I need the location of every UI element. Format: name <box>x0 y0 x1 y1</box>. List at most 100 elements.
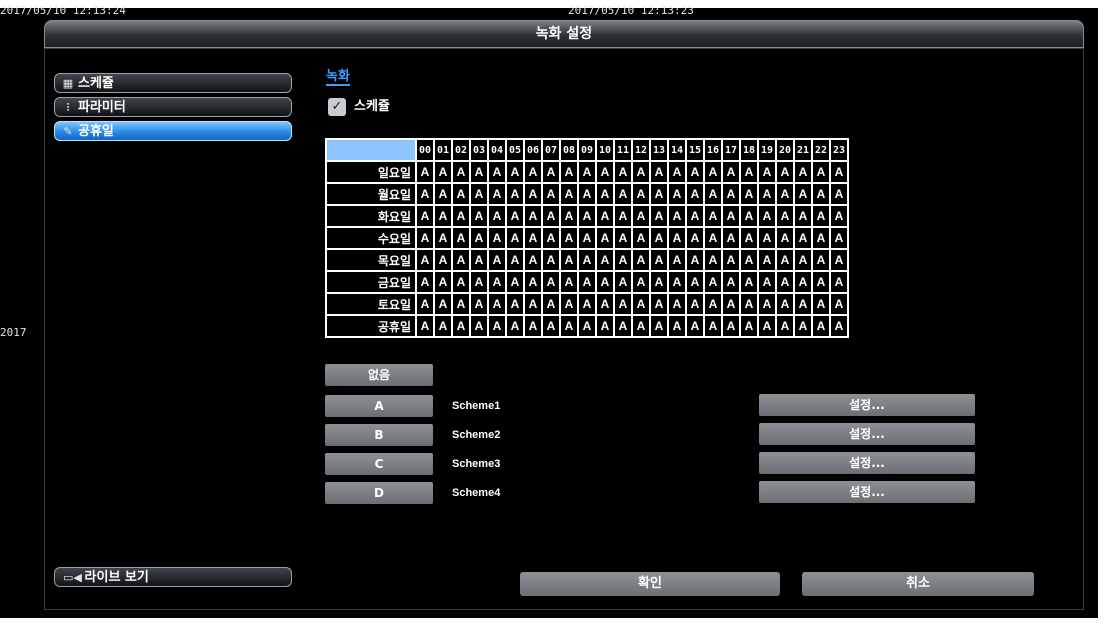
sidebar-item-parameter[interactable]: ⫶ 파라미터 <box>54 97 292 117</box>
schedule-cell[interactable]: A <box>615 206 631 226</box>
schedule-cell[interactable]: A <box>543 250 559 270</box>
schedule-cell[interactable]: A <box>831 272 847 292</box>
schedule-cell[interactable]: A <box>633 184 649 204</box>
schedule-cell[interactable]: A <box>669 272 685 292</box>
schedule-cell[interactable]: A <box>759 272 775 292</box>
schedule-cell[interactable]: A <box>741 316 757 336</box>
schedule-cell[interactable]: A <box>525 162 541 182</box>
schedule-cell[interactable]: A <box>741 206 757 226</box>
schedule-cell[interactable]: A <box>795 206 811 226</box>
schedule-cell[interactable]: A <box>813 162 829 182</box>
confirm-button[interactable]: 확인 <box>520 572 780 596</box>
schedule-cell[interactable]: A <box>723 184 739 204</box>
schedule-cell[interactable]: A <box>597 206 613 226</box>
schedule-cell[interactable]: A <box>615 162 631 182</box>
schedule-cell[interactable]: A <box>705 316 721 336</box>
schedule-cell[interactable]: A <box>651 184 667 204</box>
schedule-cell[interactable]: A <box>435 162 451 182</box>
scheme-c-settings-button[interactable]: 설정... <box>759 452 975 474</box>
schedule-cell[interactable]: A <box>615 316 631 336</box>
schedule-cell[interactable]: A <box>453 184 469 204</box>
schedule-cell[interactable]: A <box>453 316 469 336</box>
schedule-cell[interactable]: A <box>489 228 505 248</box>
schedule-cell[interactable]: A <box>813 294 829 314</box>
schedule-cell[interactable]: A <box>651 250 667 270</box>
schedule-cell[interactable]: A <box>561 250 577 270</box>
schedule-cell[interactable]: A <box>489 206 505 226</box>
schedule-cell[interactable]: A <box>723 294 739 314</box>
schedule-cell[interactable]: A <box>687 272 703 292</box>
schedule-cell[interactable]: A <box>705 162 721 182</box>
schedule-cell[interactable]: A <box>687 228 703 248</box>
scheme-d-button[interactable]: D <box>325 482 433 504</box>
schedule-cell[interactable]: A <box>669 162 685 182</box>
sidebar-item-schedule[interactable]: ▦ 스케쥴 <box>54 73 292 93</box>
schedule-cell[interactable]: A <box>489 184 505 204</box>
schedule-cell[interactable]: A <box>507 228 523 248</box>
schedule-cell[interactable]: A <box>705 184 721 204</box>
schedule-cell[interactable]: A <box>435 228 451 248</box>
schedule-cell[interactable]: A <box>579 272 595 292</box>
none-button[interactable]: 없음 <box>325 364 433 386</box>
schedule-cell[interactable]: A <box>597 228 613 248</box>
schedule-cell[interactable]: A <box>741 162 757 182</box>
schedule-cell[interactable]: A <box>633 294 649 314</box>
schedule-cell[interactable]: A <box>741 228 757 248</box>
schedule-cell[interactable]: A <box>777 272 793 292</box>
schedule-cell[interactable]: A <box>759 162 775 182</box>
schedule-cell[interactable]: A <box>597 316 613 336</box>
schedule-cell[interactable]: A <box>507 184 523 204</box>
schedule-cell[interactable]: A <box>471 294 487 314</box>
schedule-cell[interactable]: A <box>723 206 739 226</box>
schedule-cell[interactable]: A <box>651 272 667 292</box>
sidebar-item-holiday[interactable]: ✎ 공휴일 <box>54 121 292 141</box>
schedule-cell[interactable]: A <box>489 294 505 314</box>
schedule-cell[interactable]: A <box>417 294 433 314</box>
schedule-cell[interactable]: A <box>543 294 559 314</box>
schedule-cell[interactable]: A <box>561 294 577 314</box>
schedule-cell[interactable]: A <box>543 206 559 226</box>
schedule-cell[interactable]: A <box>723 250 739 270</box>
schedule-cell[interactable]: A <box>759 184 775 204</box>
schedule-cell[interactable]: A <box>777 162 793 182</box>
schedule-cell[interactable]: A <box>651 228 667 248</box>
schedule-cell[interactable]: A <box>831 184 847 204</box>
schedule-cell[interactable]: A <box>669 316 685 336</box>
schedule-cell[interactable]: A <box>831 206 847 226</box>
schedule-cell[interactable]: A <box>615 250 631 270</box>
schedule-cell[interactable]: A <box>417 184 433 204</box>
schedule-cell[interactable]: A <box>795 184 811 204</box>
schedule-cell[interactable]: A <box>687 250 703 270</box>
schedule-cell[interactable]: A <box>633 272 649 292</box>
schedule-cell[interactable]: A <box>417 250 433 270</box>
schedule-cell[interactable]: A <box>453 228 469 248</box>
schedule-cell[interactable]: A <box>507 316 523 336</box>
schedule-cell[interactable]: A <box>795 316 811 336</box>
schedule-cell[interactable]: A <box>615 228 631 248</box>
schedule-cell[interactable]: A <box>561 206 577 226</box>
schedule-cell[interactable]: A <box>489 272 505 292</box>
schedule-cell[interactable]: A <box>705 250 721 270</box>
schedule-cell[interactable]: A <box>687 294 703 314</box>
schedule-cell[interactable]: A <box>471 184 487 204</box>
schedule-cell[interactable]: A <box>615 294 631 314</box>
schedule-cell[interactable]: A <box>777 250 793 270</box>
schedule-cell[interactable]: A <box>435 272 451 292</box>
schedule-cell[interactable]: A <box>759 228 775 248</box>
schedule-cell[interactable]: A <box>705 294 721 314</box>
tab-recording[interactable]: 녹화 <box>326 65 350 86</box>
schedule-cell[interactable]: A <box>795 162 811 182</box>
schedule-cell[interactable]: A <box>633 162 649 182</box>
schedule-cell[interactable]: A <box>777 294 793 314</box>
schedule-cell[interactable]: A <box>651 294 667 314</box>
schedule-cell[interactable]: A <box>453 272 469 292</box>
schedule-cell[interactable]: A <box>579 206 595 226</box>
schedule-cell[interactable]: A <box>561 228 577 248</box>
schedule-cell[interactable]: A <box>435 250 451 270</box>
schedule-cell[interactable]: A <box>597 184 613 204</box>
schedule-cell[interactable]: A <box>669 206 685 226</box>
schedule-cell[interactable]: A <box>561 272 577 292</box>
schedule-cell[interactable]: A <box>651 316 667 336</box>
schedule-cell[interactable]: A <box>795 294 811 314</box>
schedule-cell[interactable]: A <box>759 294 775 314</box>
